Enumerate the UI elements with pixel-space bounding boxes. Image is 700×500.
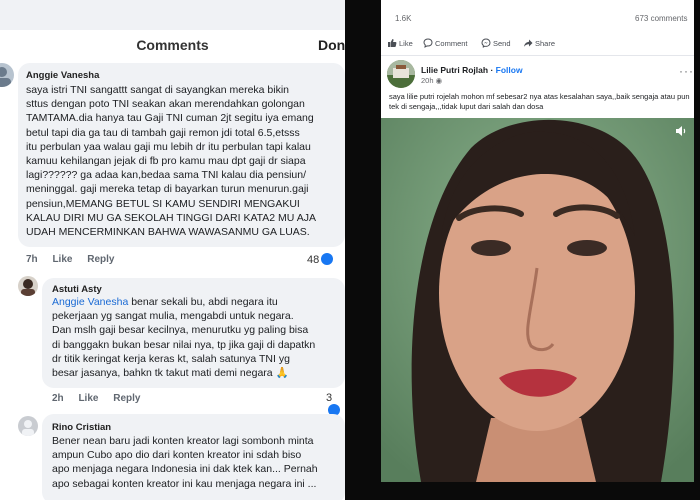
post-time-value[interactable]: 20h <box>421 76 434 85</box>
reaction-total[interactable]: 1.6K <box>395 14 411 23</box>
like-button[interactable]: Like <box>78 393 98 404</box>
post-time: 20h ◉ <box>421 76 442 85</box>
post-like-button[interactable]: Like <box>387 38 413 48</box>
comment-text: Bener nean baru jadi konten kreator lagi… <box>52 435 318 490</box>
more-options-icon[interactable]: ··· <box>679 64 694 78</box>
post-author: Lilie Putri Rojlah · Follow <box>421 65 523 75</box>
post-comment-label: Comment <box>435 39 468 48</box>
done-button[interactable]: Done <box>318 37 345 53</box>
avatar-image <box>387 60 415 88</box>
thumbs-up-icon <box>388 39 397 47</box>
post-like-label: Like <box>399 39 413 48</box>
post-video[interactable] <box>381 118 694 482</box>
like-button[interactable]: Like <box>52 254 72 265</box>
post-share-label: Share <box>535 39 556 48</box>
volume-icon[interactable] <box>675 124 687 142</box>
comment-time: 7h <box>26 254 38 265</box>
comment-total[interactable]: 673 comments <box>635 14 687 23</box>
video-frame-edge <box>345 482 700 500</box>
comment-body: benar sekali bu, abdi negara itu pekerja… <box>52 296 316 380</box>
speaker-glyph <box>676 126 686 136</box>
post-text: saya lilie putri rojelah mohon mf sebesa… <box>389 92 690 111</box>
comments-title: Comments <box>136 37 209 53</box>
avatar-image <box>18 276 38 296</box>
post-author-name[interactable]: Lilie Putri Rojlah <box>421 65 488 75</box>
follow-button[interactable]: Follow <box>496 65 523 75</box>
post-author-avatar[interactable] <box>387 60 415 88</box>
avatar-image <box>18 416 38 436</box>
reply-button[interactable]: Reply <box>87 254 114 265</box>
divider <box>381 55 700 56</box>
messenger-icon <box>481 38 491 48</box>
comment-author[interactable]: Astuti Asty <box>52 284 102 295</box>
video-frame-edge <box>345 0 381 500</box>
comment-actions: 7h Like Reply <box>26 254 126 265</box>
share-icon <box>524 39 533 47</box>
reaction-count-value: 3 <box>326 392 333 404</box>
reply-button[interactable]: Reply <box>113 393 140 404</box>
post-panel: 1.6K 673 comments Like Comment Send Shar… <box>381 0 700 500</box>
post-comment-button[interactable]: Comment <box>423 38 468 48</box>
comment-text: saya istri TNI sangattt sangat di sayang… <box>26 84 316 239</box>
post-actions: Like Comment Send Share <box>381 38 700 52</box>
top-bar <box>0 0 345 30</box>
post-send-button[interactable]: Send <box>481 38 511 48</box>
reaction-count[interactable]: 48 <box>307 253 334 266</box>
avatar[interactable] <box>18 276 38 296</box>
post-send-label: Send <box>493 39 511 48</box>
comment-text: Anggie Vanesha benar sekali bu, abdi neg… <box>52 295 344 380</box>
video-frame <box>381 118 694 482</box>
avatar[interactable] <box>18 416 38 436</box>
globe-icon: ◉ <box>435 76 443 85</box>
comment-time: 2h <box>52 393 64 404</box>
video-frame-edge <box>694 0 700 500</box>
reaction-count-value: 48 <box>307 254 320 266</box>
comment-author[interactable]: Rino Cristian <box>52 422 111 433</box>
like-reaction-icon <box>321 253 334 265</box>
comments-panel: Comments Done Anggie Vanesha saya istri … <box>0 0 345 500</box>
comment-author[interactable]: Anggie Vanesha <box>26 70 99 81</box>
comment-icon <box>423 38 433 48</box>
post-share-button[interactable]: Share <box>523 38 555 48</box>
comment-actions: 2h Like Reply <box>52 393 152 404</box>
mention-link[interactable]: Anggie Vanesha <box>52 296 128 308</box>
